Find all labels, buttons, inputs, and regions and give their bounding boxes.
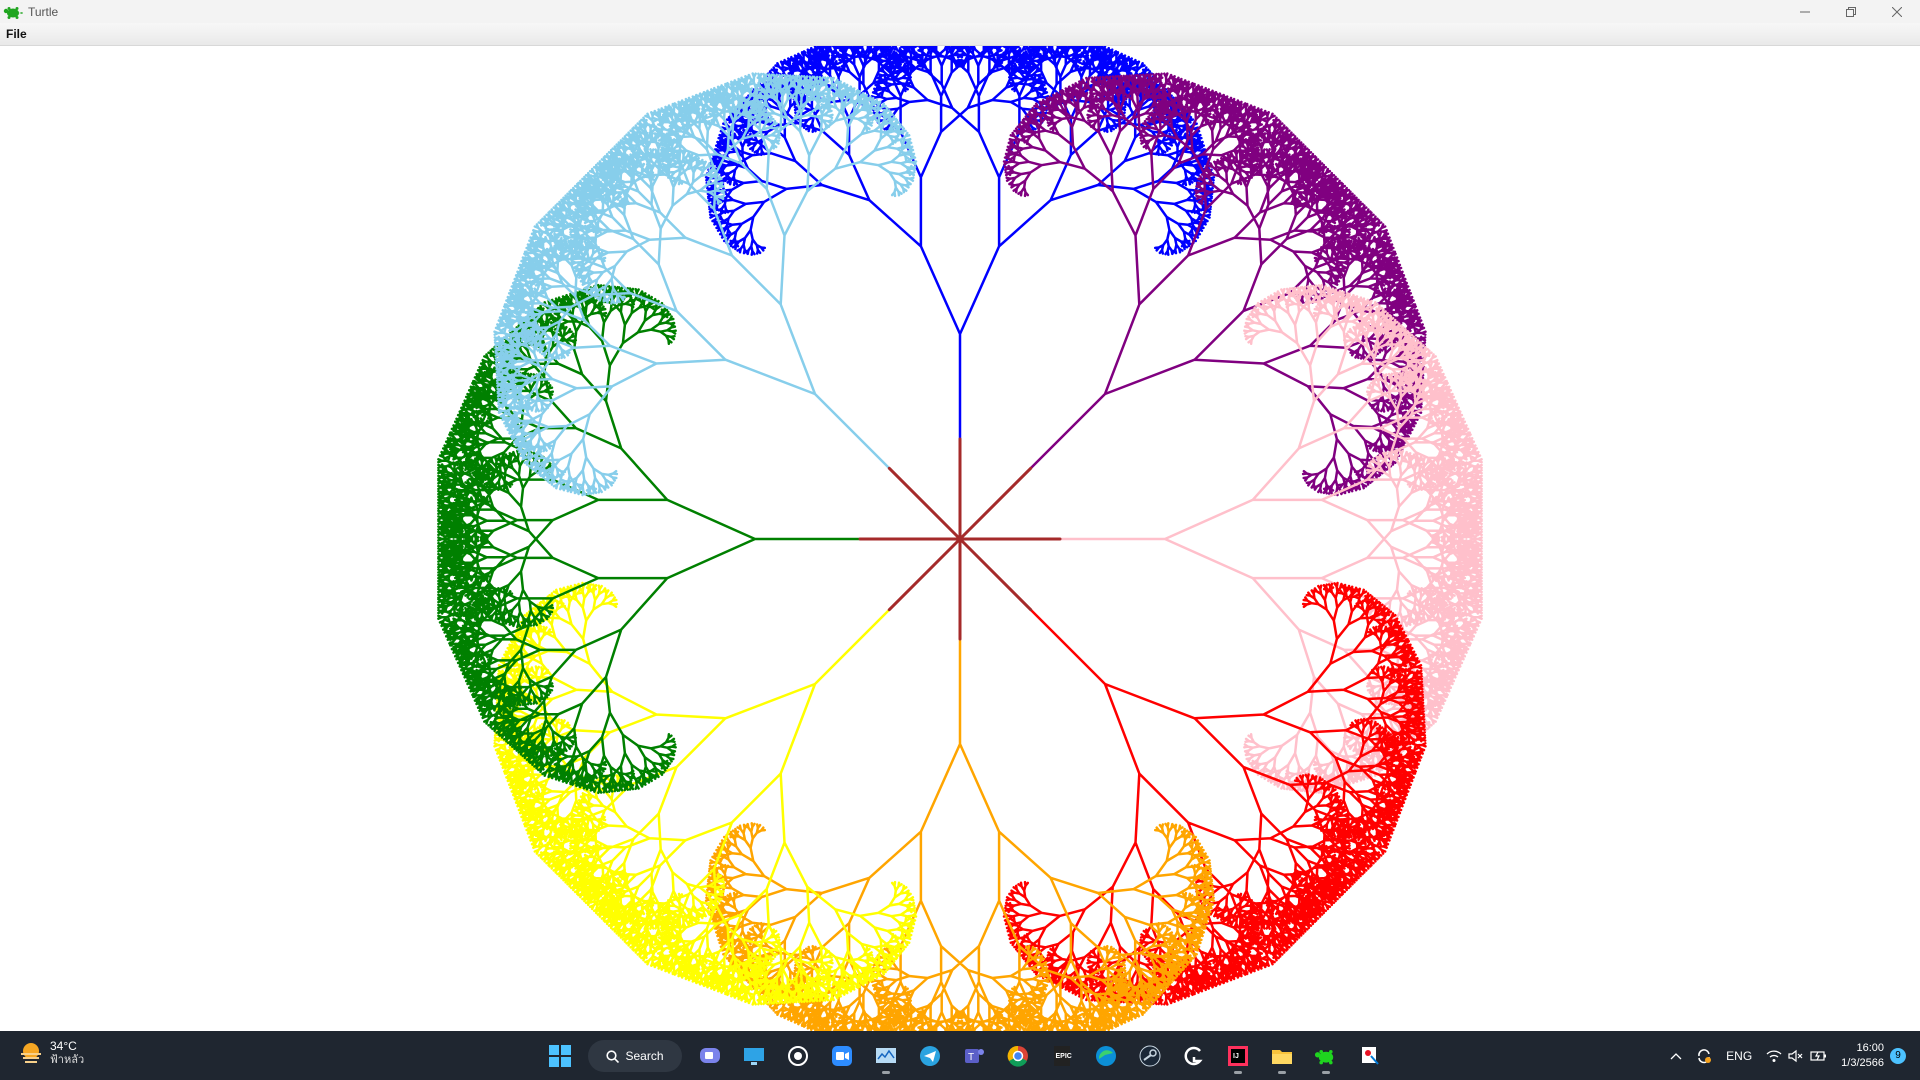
monitor-app-button[interactable] — [868, 1038, 904, 1074]
minimize-button[interactable] — [1782, 0, 1828, 23]
logitech-icon — [1184, 1046, 1203, 1066]
fractal-tree-1 — [1002, 72, 1427, 497]
steam-settings-icon — [788, 1046, 808, 1066]
search-label: Search — [625, 1049, 664, 1063]
chat-button[interactable] — [692, 1038, 728, 1074]
quick-settings-button[interactable] — [1766, 1049, 1828, 1063]
turtle-app-icon — [3, 6, 23, 19]
menu-bar: File — [0, 23, 1920, 46]
zoom-icon — [832, 1046, 852, 1066]
teams-button[interactable]: T — [956, 1038, 992, 1074]
taskbar-clock[interactable]: 16:00 1/3/2566 — [1841, 1041, 1884, 1071]
weather-widget[interactable]: 34°C ฟ้าหลัว — [18, 1039, 84, 1067]
menu-file[interactable]: File — [0, 27, 33, 41]
show-hidden-icons-button[interactable] — [1670, 1052, 1682, 1060]
system-tray: ENG 16:00 1/3/2566 9 — [1663, 1031, 1920, 1080]
desktop-button[interactable] — [736, 1038, 772, 1074]
telegram-icon — [920, 1046, 940, 1066]
battery-charging-icon — [1810, 1050, 1827, 1061]
volume-muted-icon — [1788, 1049, 1803, 1062]
start-button[interactable] — [542, 1038, 578, 1074]
window-controls — [1782, 0, 1920, 23]
weather-temperature: 34°C — [50, 1039, 77, 1053]
fractal-tree-5 — [493, 581, 918, 1006]
file-explorer-icon — [1272, 1050, 1292, 1064]
python-turtle-button[interactable] — [1308, 1038, 1344, 1074]
desktop-icon — [744, 1048, 764, 1065]
epic-games-icon: EPIC — [1054, 1046, 1072, 1066]
svg-text:EPIC: EPIC — [1056, 1053, 1072, 1060]
snipping-tool-icon — [1362, 1047, 1379, 1065]
notification-badge[interactable]: 9 — [1890, 1047, 1906, 1064]
close-icon — [1892, 6, 1902, 17]
steam-button[interactable] — [1132, 1038, 1168, 1074]
language-indicator[interactable]: ENG — [1726, 1049, 1752, 1063]
edge-icon — [1096, 1046, 1116, 1066]
taskbar-apps: Search T EPIC IJ — [538, 1038, 1392, 1074]
taskbar: 34°C ฟ้าหลัว Search T EPIC IJ ENG 16:00 … — [0, 1031, 1920, 1080]
epic-games-button[interactable]: EPIC — [1044, 1038, 1080, 1074]
clock-time: 16:00 — [1856, 1041, 1884, 1054]
chevron-up-icon — [1670, 1052, 1682, 1059]
turtle-canvas[interactable] — [0, 16, 1920, 1062]
windows-start-icon — [549, 1045, 571, 1067]
minimize-icon — [1800, 11, 1810, 12]
clock-date: 1/3/2566 — [1841, 1056, 1884, 1069]
telegram-button[interactable] — [912, 1038, 948, 1074]
weather-condition: ฟ้าหลัว — [50, 1054, 85, 1066]
search-icon — [606, 1049, 620, 1063]
steam-icon — [1139, 1045, 1161, 1067]
close-button[interactable] — [1874, 0, 1920, 23]
chrome-icon — [1007, 1045, 1028, 1067]
fractal-tree-flower — [437, 16, 1483, 1062]
python-turtle-icon — [1314, 1050, 1334, 1065]
taskbar-search[interactable]: Search — [588, 1040, 682, 1072]
restore-icon — [1846, 6, 1856, 17]
teams-icon: T — [965, 1049, 984, 1063]
intellij-button[interactable]: IJ — [1220, 1038, 1256, 1074]
chat-icon — [700, 1048, 720, 1063]
fractal-tree-7 — [493, 72, 918, 497]
logitech-button[interactable] — [1176, 1038, 1212, 1074]
svg-text:IJ: IJ — [1233, 1053, 1239, 1060]
hazy-sun-icon — [21, 1043, 41, 1063]
snipping-tool-button[interactable] — [1352, 1038, 1388, 1074]
intellij-icon: IJ — [1228, 1046, 1248, 1066]
zoom-button[interactable] — [824, 1038, 860, 1074]
wifi-icon — [1766, 1049, 1782, 1062]
sync-button[interactable] — [1696, 1048, 1712, 1064]
file-explorer-button[interactable] — [1264, 1038, 1300, 1074]
fractal-tree-3 — [1002, 581, 1427, 1006]
sync-icon — [1698, 1048, 1712, 1063]
steam-settings-button[interactable] — [780, 1038, 816, 1074]
title-bar: Turtle — [0, 0, 1920, 23]
monitor-app-icon — [876, 1048, 896, 1063]
svg-text:T: T — [968, 1052, 974, 1063]
edge-button[interactable] — [1088, 1038, 1124, 1074]
chrome-button[interactable] — [1000, 1038, 1036, 1074]
tree-trunks — [858, 437, 1062, 641]
window-title: Turtle — [28, 4, 59, 19]
restore-button[interactable] — [1828, 0, 1874, 23]
